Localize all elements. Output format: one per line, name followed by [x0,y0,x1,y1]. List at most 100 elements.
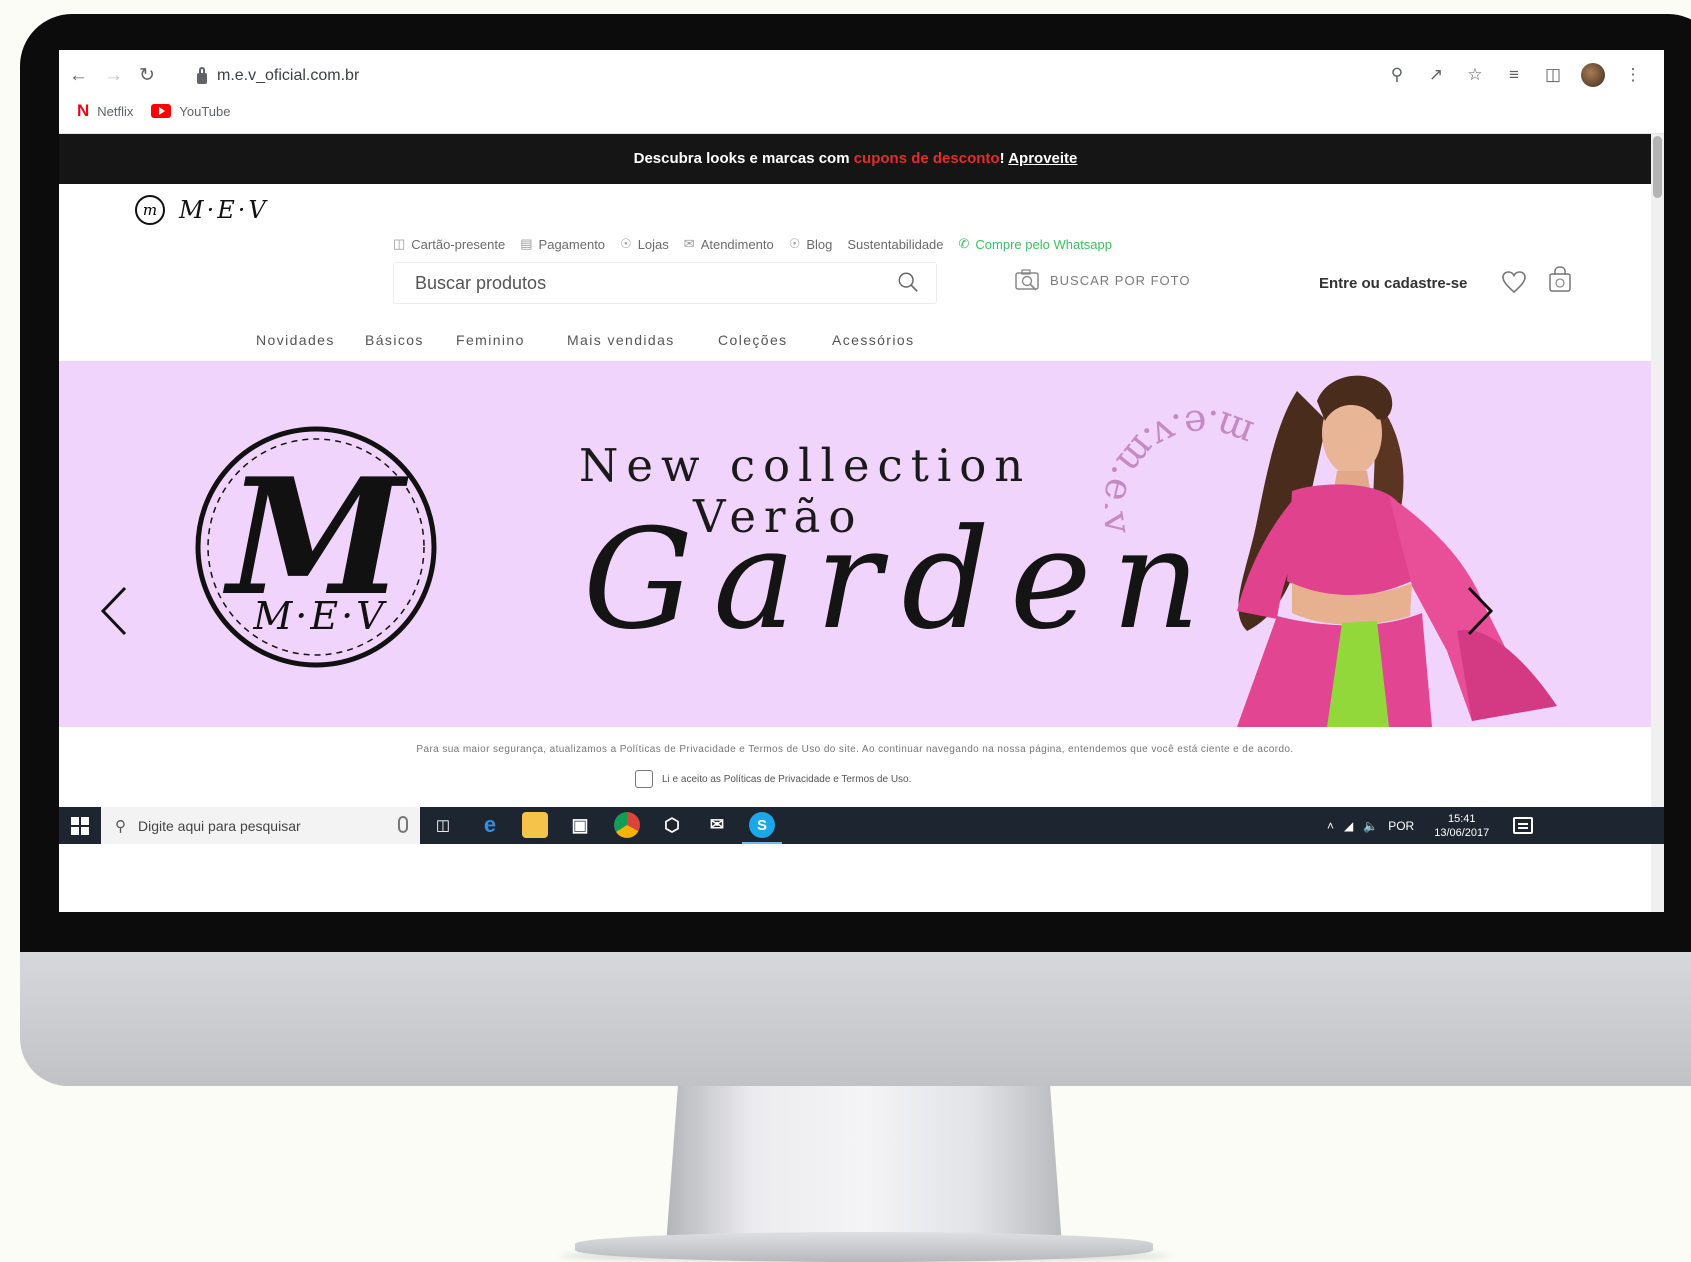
taskbar-clock[interactable]: 15:41 13/06/2017 [1434,812,1489,840]
bookmark-label: Netflix [97,103,134,119]
cookie-consent: Li e aceito as Políticas de Privacidade … [635,770,911,788]
nav-novidades[interactable]: Novidades [256,332,335,348]
bookmark-netflix[interactable]: N Netflix [77,101,133,121]
reading-list-icon[interactable]: ≡ [1503,65,1525,85]
language-indicator[interactable]: POR [1388,819,1414,833]
util-stores[interactable]: ☉ Lojas [620,236,669,252]
nav-mais-vendidas[interactable]: Mais vendidas [567,332,675,348]
start-button[interactable] [59,807,101,844]
search-icon: ⚲ [115,817,126,835]
promo-exclaim: ! [999,150,1005,167]
hero-banner[interactable]: M M·E·V New collection Verão Garden m.e.… [59,361,1651,727]
util-support[interactable]: ✉ Atendimento [684,236,774,252]
scroll-thumb[interactable] [1653,136,1662,198]
camera-search-icon [1015,269,1039,291]
system-tray: ˄ ◢ 🔈 POR 15:41 13/06/2017 [1327,807,1534,844]
taskbar-search-input[interactable] [136,816,386,835]
reload-icon[interactable]: ↻ [139,66,155,85]
chat-icon: ✉ [683,236,695,251]
logo-badge: m [135,195,165,225]
gift-icon: ◫ [393,236,406,251]
login-link[interactable]: Entre ou cadastre-se [1319,275,1467,292]
windows-taskbar: ⚲ ◫ e ▣ ⬡ ✉ S ˄ ◢ 🔈 POR 15:41 13/06/2017 [59,807,1664,844]
tray-overflow-icon[interactable]: ˄ [1327,819,1334,833]
cookie-checkbox[interactable] [635,770,653,788]
monitor-stand-base [575,1232,1153,1262]
util-payment[interactable]: ▤ Pagamento [520,236,605,252]
notification-center-icon[interactable] [1513,817,1534,834]
file-explorer-icon[interactable] [522,812,548,838]
util-label: Pagamento [538,236,606,252]
menu-kebab-icon[interactable]: ⋮ [1622,65,1644,85]
logo-text: M·E·V [179,196,269,224]
url-text[interactable]: m.e.v_oficial.com.br [217,67,359,85]
screen: ← → ↻ m.e.v_oficial.com.br ⚲ ↗ ☆ ≡ ◫ ⋮ N… [59,50,1664,912]
volume-icon[interactable]: 🔈 [1363,819,1378,833]
heart-icon[interactable] [1501,270,1527,294]
zoom-icon[interactable]: ⚲ [1386,65,1408,85]
skype-icon[interactable]: S [749,812,775,838]
bookmark-youtube[interactable]: YouTube [151,103,231,119]
monitor-chin [20,952,1691,1086]
browser-actions: ⚲ ↗ ☆ ≡ ◫ ⋮ [1386,63,1644,87]
nav-feminino[interactable]: Feminino [456,332,525,348]
util-label: Cartão-presente [411,236,506,252]
nav-basicos[interactable]: Básicos [365,332,424,348]
task-view-icon[interactable]: ◫ [430,812,456,838]
util-gift-card[interactable]: ◫ Cartão-presente [393,236,505,252]
util-label: Blog [806,236,833,252]
chrome-icon[interactable] [614,812,640,838]
util-label: Lojas [637,236,669,252]
youtube-icon [151,104,172,118]
windows-logo-icon [71,816,89,835]
photo-search-label: BUSCAR POR FOTO [1050,272,1191,288]
network-icon[interactable]: ◢ [1344,819,1353,833]
hero-logo-sub: M·E·V [252,594,387,638]
edge-icon[interactable]: e [477,812,503,838]
promo-link[interactable]: Aproveite [1008,150,1077,167]
shopping-bag-icon[interactable] [1548,266,1572,293]
profile-avatar[interactable] [1581,63,1605,87]
site-logo[interactable]: m M·E·V [135,195,269,225]
lock-icon [197,66,207,84]
utility-links: ◫ Cartão-presente ▤ Pagamento ☉ Lojas ✉ Aten… [393,236,1112,252]
side-panel-icon[interactable]: ◫ [1542,65,1564,85]
search-box [393,262,937,304]
3d-box-icon[interactable]: ⬡ [659,812,685,838]
netflix-icon: N [77,101,90,120]
microphone-icon[interactable] [398,816,408,833]
page-scrollbar[interactable] [1651,134,1664,912]
share-icon[interactable]: ↗ [1425,65,1447,85]
cookie-notice: Para sua maior segurança, atualizamos a … [416,744,1294,755]
util-label: Atendimento [700,236,774,252]
util-whatsapp[interactable]: ✆ Compre pelo Whatsapp [959,236,1112,252]
star-icon[interactable]: ☆ [1464,65,1486,85]
photo-search-button[interactable]: BUSCAR POR FOTO [1015,269,1190,291]
carousel-next-icon[interactable] [1465,585,1495,637]
back-arrow-icon[interactable]: ← [69,66,88,85]
hero-title-line1: New collection [579,439,1032,492]
mail-icon[interactable]: ✉ [704,812,730,838]
util-blog[interactable]: ☉ Blog [789,236,833,252]
nav-colecoes[interactable]: Coleções [718,332,788,348]
promo-bar: Descubra looks e marcas com cupons de de… [59,134,1652,184]
util-label: Compre pelo Whatsapp [975,236,1112,252]
store-pin-icon: ☉ [620,236,632,251]
forward-arrow-icon[interactable]: → [104,66,123,85]
promo-highlight: cupons de desconto [853,150,1000,167]
util-label: Sustentabilidade [847,236,944,252]
store-icon[interactable]: ▣ [567,812,593,838]
whatsapp-icon: ✆ [958,236,970,251]
search-input[interactable] [395,264,865,302]
bookmark-label: YouTube [179,103,231,119]
carousel-prev-icon[interactable] [99,585,129,637]
cookie-checkbox-label: Li e aceito as Políticas de Privacidade … [662,773,912,785]
util-sustainability[interactable]: Sustentabilidade [847,237,943,252]
bookmarks-bar: N Netflix YouTube [77,101,231,121]
clock-date: 13/06/2017 [1434,826,1490,839]
clock-time: 15:41 [1447,812,1476,825]
card-icon: ▤ [520,236,533,251]
nav-acessorios[interactable]: Acessórios [832,332,914,348]
address-bar[interactable]: m.e.v_oficial.com.br [197,66,359,85]
search-icon[interactable] [897,271,919,293]
